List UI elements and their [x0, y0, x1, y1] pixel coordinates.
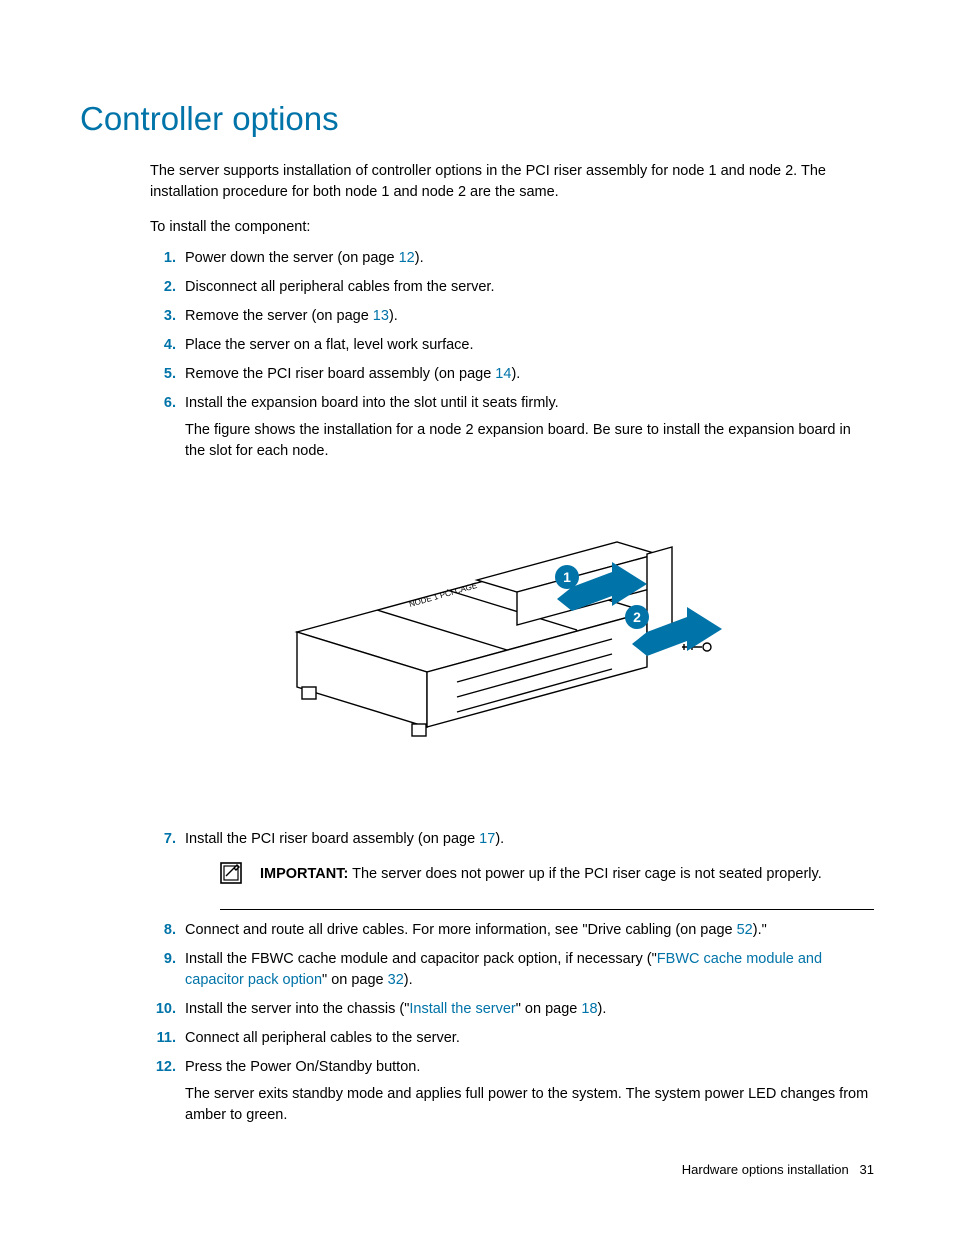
step-number: 5. — [150, 364, 176, 385]
important-body: The server does not power up if the PCI … — [348, 866, 821, 882]
step-text: Connect all peripheral cables to the ser… — [185, 1028, 874, 1049]
text-pre: Remove the PCI riser board assembly (on … — [185, 366, 495, 382]
step-text: Connect and route all drive cables. For … — [185, 920, 874, 941]
page-link[interactable]: 13 — [373, 308, 389, 324]
text-pre: Install the server into the chassis (" — [185, 1001, 409, 1017]
text-post: ). — [415, 250, 424, 266]
step-text: Install the expansion board into the slo… — [185, 393, 874, 414]
figure-installation: 1 2 NODE 1 PCI CAGE — [80, 492, 874, 799]
page-link[interactable]: 12 — [399, 250, 415, 266]
page-body: Controller options The server supports i… — [0, 0, 954, 1194]
lead-line: To install the component: — [150, 217, 874, 238]
important-note: IMPORTANT: The server does not power up … — [220, 858, 874, 910]
step-text: Power down the server (on page 12). — [185, 248, 874, 269]
steps-list-a: 1. Power down the server (on page 12). 2… — [150, 248, 874, 462]
text-post: ). — [389, 308, 398, 324]
step-number: 2. — [150, 277, 176, 298]
page-link[interactable]: 14 — [495, 366, 511, 382]
text-mid: " on page — [516, 1001, 582, 1017]
text-post: ). — [404, 972, 413, 988]
step-number: 8. — [150, 920, 176, 941]
step-text: Disconnect all peripheral cables from th… — [185, 277, 874, 298]
step-text: Remove the server (on page 13). — [185, 306, 874, 327]
text-pre: Install the PCI riser board assembly (on… — [185, 831, 479, 847]
callout-1: 1 — [555, 565, 579, 589]
step-subtext: The figure shows the installation for a … — [185, 420, 874, 462]
page-link[interactable]: 52 — [737, 922, 753, 938]
page-link[interactable]: 18 — [581, 1001, 597, 1017]
step-text: Install the FBWC cache module and capaci… — [185, 949, 874, 991]
text-pre: Remove the server (on page — [185, 308, 373, 324]
step-text: Place the server on a flat, level work s… — [185, 335, 874, 356]
callout-2: 2 — [625, 605, 649, 629]
text-post: ). — [598, 1001, 607, 1017]
step-10: 10. Install the server into the chassis … — [150, 999, 874, 1020]
callout-1-label: 1 — [563, 569, 571, 585]
pci-riser-diagram: 1 2 NODE 1 PCI CAGE — [217, 492, 737, 792]
step-number: 11. — [150, 1028, 176, 1049]
step-4: 4. Place the server on a flat, level wor… — [150, 335, 874, 356]
page-link[interactable]: 17 — [479, 831, 495, 847]
step-9: 9. Install the FBWC cache module and cap… — [150, 949, 874, 991]
step-number: 4. — [150, 335, 176, 356]
step-subtext: The server exits standby mode and applie… — [185, 1084, 874, 1126]
text-post: )." — [753, 922, 767, 938]
important-icon — [220, 862, 242, 891]
callout-2-label: 2 — [633, 609, 641, 625]
step-6: 6. Install the expansion board into the … — [150, 393, 874, 462]
intro-paragraph: The server supports installation of cont… — [150, 161, 874, 203]
step-3: 3. Remove the server (on page 13). — [150, 306, 874, 327]
step-number: 9. — [150, 949, 176, 970]
page-link[interactable]: 32 — [388, 972, 404, 988]
page-footer: Hardware options installation 31 — [682, 1161, 874, 1180]
page-title: Controller options — [80, 95, 874, 143]
footer-page-number: 31 — [860, 1162, 874, 1177]
step-text: Install the PCI riser board assembly (on… — [185, 829, 874, 850]
step-2: 2. Disconnect all peripheral cables from… — [150, 277, 874, 298]
step-1: 1. Power down the server (on page 12). — [150, 248, 874, 269]
step-number: 1. — [150, 248, 176, 269]
step-7: 7. Install the PCI riser board assembly … — [150, 829, 874, 910]
step-text: Remove the PCI riser board assembly (on … — [185, 364, 874, 385]
text-post: ). — [495, 831, 504, 847]
text-pre: Power down the server (on page — [185, 250, 399, 266]
cross-ref-link[interactable]: Install the server — [409, 1001, 515, 1017]
step-number: 6. — [150, 393, 176, 414]
text-post: ). — [511, 366, 520, 382]
step-11: 11. Connect all peripheral cables to the… — [150, 1028, 874, 1049]
text-pre: Install the FBWC cache module and capaci… — [185, 951, 657, 967]
step-12: 12. Press the Power On/Standby button. T… — [150, 1057, 874, 1126]
step-number: 12. — [150, 1057, 176, 1078]
step-number: 3. — [150, 306, 176, 327]
footer-section: Hardware options installation — [682, 1162, 849, 1177]
important-text: IMPORTANT: The server does not power up … — [260, 864, 874, 885]
steps-list-b: 7. Install the PCI riser board assembly … — [150, 829, 874, 1126]
step-text: Install the server into the chassis ("In… — [185, 999, 874, 1020]
text-mid: " on page — [322, 972, 388, 988]
text-pre: Connect and route all drive cables. For … — [185, 922, 737, 938]
step-number: 7. — [150, 829, 176, 850]
step-5: 5. Remove the PCI riser board assembly (… — [150, 364, 874, 385]
step-8: 8. Connect and route all drive cables. F… — [150, 920, 874, 941]
step-text: Press the Power On/Standby button. — [185, 1057, 874, 1078]
important-label: IMPORTANT: — [260, 866, 348, 882]
step-number: 10. — [150, 999, 176, 1020]
